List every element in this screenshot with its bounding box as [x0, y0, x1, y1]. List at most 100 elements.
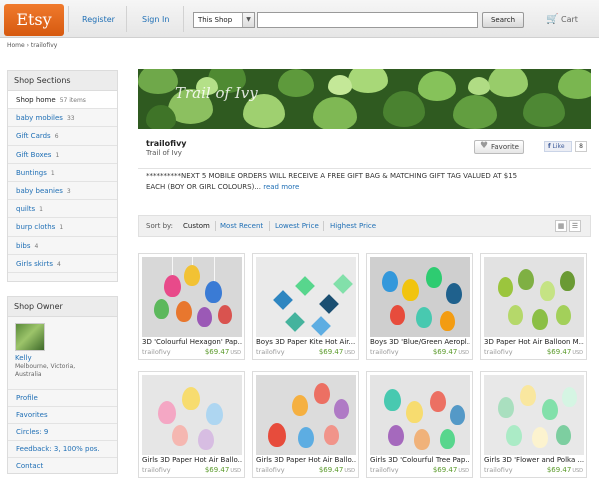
facebook-like-button[interactable]: f Like	[544, 141, 572, 152]
owner-link-label: Favorites	[16, 411, 48, 419]
divider	[183, 6, 184, 32]
listing-shop[interactable]: trailofivy	[256, 348, 285, 356]
breadcrumb[interactable]: Home › trailofivy	[7, 42, 57, 49]
register-link[interactable]: Register	[82, 15, 115, 24]
price-value: $69.47	[318, 466, 344, 474]
listing-image[interactable]	[484, 375, 584, 455]
sort-label: Sort by:	[146, 222, 174, 230]
list-view-icon[interactable]: ☰	[569, 220, 581, 232]
section-label: baby beanies	[16, 186, 63, 195]
listing-title[interactable]: Boys 3D 'Blue/Green Aeropl...	[370, 338, 470, 346]
owner-name[interactable]: Kelly	[15, 354, 32, 362]
section-count: 4	[56, 260, 61, 268]
sort-option-most-recent[interactable]: Most Recent	[220, 222, 263, 230]
section-count: 1	[59, 224, 64, 232]
price-value: $69.47	[318, 348, 344, 356]
section-item-shop-home[interactable]: Shop home 57 items	[8, 91, 117, 110]
sort-option-highest-price[interactable]: Highest Price	[330, 222, 376, 230]
listing-shop[interactable]: trailofivy	[484, 466, 513, 474]
listing-image[interactable]	[484, 257, 584, 337]
price-currency: USD	[572, 468, 583, 474]
listing-title[interactable]: Boys 3D Paper Kite Hot Air...	[256, 338, 356, 346]
section-item-gift-boxes[interactable]: Gift Boxes 1	[8, 146, 117, 164]
section-item-baby-beanies[interactable]: baby beanies 3	[8, 182, 117, 201]
listing-shop[interactable]: trailofivy	[484, 348, 513, 356]
section-count: 6	[54, 133, 59, 141]
sign-in-link[interactable]: Sign In	[142, 15, 169, 24]
section-item-girls-skirts[interactable]: Girls skirts 4	[8, 255, 117, 273]
section-item-quilts[interactable]: quilts 1	[8, 200, 117, 219]
listing-title[interactable]: Girls 3D Paper Hot Air Ballo...	[256, 456, 356, 464]
owner-favorites-link[interactable]: Favorites	[8, 406, 117, 423]
etsy-logo[interactable]: Etsy	[4, 4, 64, 36]
listing-shop[interactable]: trailofivy	[370, 466, 399, 474]
price-value: $69.47	[432, 348, 458, 356]
grid-view-icon[interactable]: ▦	[555, 220, 567, 232]
listing-price: $69.47USD	[319, 466, 355, 474]
listing-title[interactable]: Girls 3D 'Flower and Polka ...	[484, 456, 584, 464]
listing-image[interactable]	[256, 375, 356, 455]
section-item-baby-mobiles[interactable]: baby mobiles 33	[8, 109, 117, 128]
section-item-burp-cloths[interactable]: burp cloths 1	[8, 218, 117, 237]
listing-title[interactable]: Girls 3D 'Colourful Tree Pap...	[370, 456, 470, 464]
section-item-buntings[interactable]: Buntings 1	[8, 164, 117, 182]
section-count: 1	[50, 169, 55, 177]
listing-image[interactable]	[370, 375, 470, 455]
avatar[interactable]	[15, 323, 45, 351]
listing-shop[interactable]: trailofivy	[256, 466, 285, 474]
owner-feedback-link[interactable]: Feedback: 3, 100% pos.	[8, 440, 117, 457]
shop-announcement: **********NEXT 5 MOBILE ORDERS WILL RECE…	[146, 171, 536, 193]
listing-image[interactable]	[142, 375, 242, 455]
owner-link-label: Circles: 9	[16, 428, 49, 436]
shop-title: Trail of Ivy	[146, 149, 182, 157]
heart-icon: ♥	[480, 141, 489, 151]
owner-profile-link[interactable]: Profile	[8, 389, 117, 406]
listing-title[interactable]: Girls 3D Paper Hot Air Ballo...	[142, 456, 242, 464]
listing-card[interactable]: Girls 3D Paper Hot Air Ballo... trailofi…	[138, 371, 245, 478]
section-label: Girls skirts	[16, 259, 53, 268]
listing-shop[interactable]: trailofivy	[142, 348, 171, 356]
read-more-link[interactable]: read more	[263, 183, 299, 191]
owner-circles-link[interactable]: Circles: 9	[8, 423, 117, 440]
listing-title[interactable]: 3D 'Colourful Hexagon' Pap...	[142, 338, 242, 346]
listing-price: $69.47USD	[433, 348, 469, 356]
listing-shop[interactable]: trailofivy	[142, 466, 171, 474]
listing-price: $69.47USD	[205, 348, 241, 356]
listing-card[interactable]: Girls 3D Paper Hot Air Ballo... trailofi…	[252, 371, 359, 478]
listing-price: $69.47USD	[433, 466, 469, 474]
listing-card[interactable]: Boys 3D 'Blue/Green Aeropl... trailofivy…	[366, 253, 473, 360]
price-currency: USD	[344, 468, 355, 474]
divider	[68, 6, 69, 32]
owner-contact-link[interactable]: Contact	[8, 457, 117, 474]
listing-card[interactable]: 3D 'Colourful Hexagon' Pap... trailofivy…	[138, 253, 245, 360]
section-count: 4	[34, 242, 39, 250]
section-item-gift-cards[interactable]: Gift Cards 6	[8, 127, 117, 146]
sort-option-custom[interactable]: Custom	[183, 222, 210, 230]
listing-image[interactable]	[370, 257, 470, 337]
listing-shop[interactable]: trailofivy	[370, 348, 399, 356]
listing-price: $69.47USD	[205, 466, 241, 474]
listing-price: $69.47USD	[319, 348, 355, 356]
cart-icon: 🛒	[546, 14, 559, 25]
listing-price: $69.47USD	[547, 348, 583, 356]
listing-card[interactable]: Boys 3D Paper Kite Hot Air... trailofivy…	[252, 253, 359, 360]
listing-title[interactable]: 3D Paper Hot Air Balloon M...	[484, 338, 584, 346]
like-count: 8	[575, 141, 587, 152]
listing-image[interactable]	[256, 257, 356, 337]
search-input[interactable]	[257, 12, 478, 28]
listing-card[interactable]: Girls 3D 'Flower and Polka ... trailofiv…	[480, 371, 587, 478]
listing-price: $69.47USD	[547, 466, 583, 474]
sort-option-lowest-price[interactable]: Lowest Price	[275, 222, 319, 230]
search-scope-select[interactable]: This Shop ▼	[193, 12, 255, 28]
section-item-bibs[interactable]: bibs 4	[8, 237, 117, 255]
section-count: 57 items	[59, 97, 86, 104]
announcement-text: **********NEXT 5 MOBILE ORDERS WILL RECE…	[146, 172, 518, 191]
section-label: Gift Cards	[16, 132, 51, 141]
listing-image[interactable]	[142, 257, 242, 337]
cart-link[interactable]: 🛒 Cart	[546, 14, 578, 25]
listing-card[interactable]: 3D Paper Hot Air Balloon M... trailofivy…	[480, 253, 587, 360]
listing-card[interactable]: Girls 3D 'Colourful Tree Pap... trailofi…	[366, 371, 473, 478]
search-button[interactable]: Search	[482, 12, 524, 28]
section-label: baby mobiles	[16, 114, 63, 123]
price-currency: USD	[344, 350, 355, 356]
